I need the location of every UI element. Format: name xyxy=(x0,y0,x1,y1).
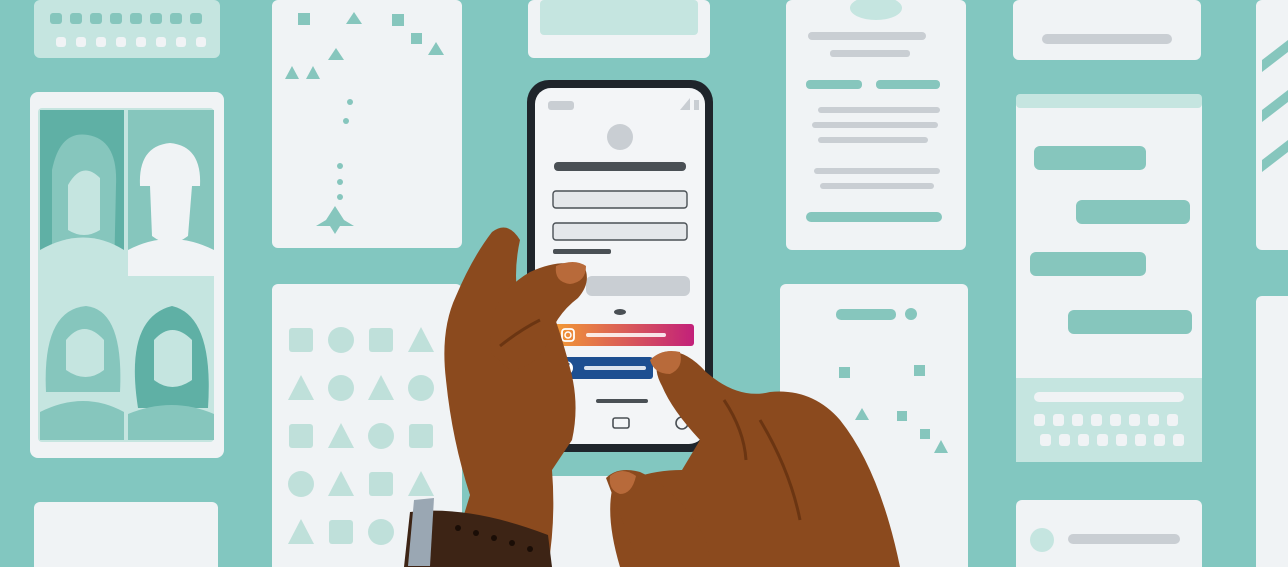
keyboard-key xyxy=(1091,414,1102,426)
keyboard-key xyxy=(1167,414,1178,426)
blank-card xyxy=(34,502,218,567)
avatar xyxy=(128,110,214,276)
shape-tile xyxy=(369,472,393,496)
keyboard-key xyxy=(1072,414,1083,426)
keyboard-key xyxy=(1154,434,1165,446)
shape-tile xyxy=(288,471,314,497)
avatar xyxy=(40,282,124,440)
image-card xyxy=(528,0,710,58)
forgot-password-link[interactable] xyxy=(553,249,611,254)
shape-tile xyxy=(329,520,353,544)
illustration xyxy=(0,0,1288,567)
keyboard-key xyxy=(1129,414,1140,426)
keyboard-key xyxy=(1059,434,1070,446)
password-field[interactable] xyxy=(552,222,688,241)
shape-tile xyxy=(409,424,433,448)
shape-tile xyxy=(328,375,354,401)
keyboard-key xyxy=(1110,414,1121,426)
keyboard-screen xyxy=(34,0,220,58)
home-indicator xyxy=(596,399,648,403)
chat-screen xyxy=(1016,94,1202,462)
shape-tile xyxy=(289,328,313,352)
keyboard-key xyxy=(1034,414,1045,426)
keyboard-key xyxy=(1097,434,1108,446)
illustration-canvas xyxy=(0,0,1288,567)
divider-dot xyxy=(614,309,626,315)
shape-tile xyxy=(368,519,394,545)
keyboard-key xyxy=(1148,414,1159,426)
game-screen xyxy=(272,0,462,248)
sign-in-button[interactable] xyxy=(586,276,690,296)
shape-tile xyxy=(369,328,393,352)
status-bar-time xyxy=(548,101,574,110)
avatar xyxy=(40,110,124,276)
shape-tile xyxy=(289,424,313,448)
instagram-login-button[interactable] xyxy=(554,324,694,346)
keyboard-key xyxy=(1116,434,1127,446)
profile-avatar-icon xyxy=(607,124,633,150)
keyboard-key xyxy=(1078,434,1089,446)
keyboard-key xyxy=(1135,434,1146,446)
shape-tile xyxy=(328,327,354,353)
video-call-screen xyxy=(30,92,224,458)
avatar xyxy=(128,282,214,440)
battery-icon xyxy=(694,100,699,110)
keyboard-key xyxy=(1053,414,1064,426)
screen-title xyxy=(554,162,686,171)
shape-tile xyxy=(368,423,394,449)
keyboard-key xyxy=(1173,434,1184,446)
shape-tile xyxy=(408,375,434,401)
text-article-screen xyxy=(786,0,966,250)
username-field[interactable] xyxy=(552,190,688,209)
keyboard-key xyxy=(1040,434,1051,446)
